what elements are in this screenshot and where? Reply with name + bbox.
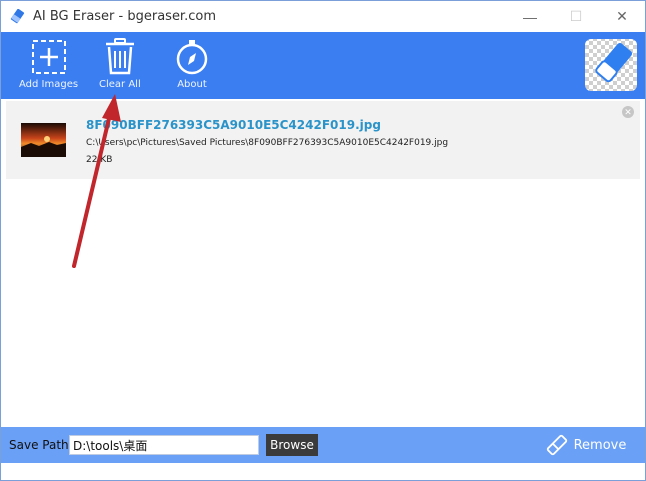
file-thumbnail [21, 123, 66, 157]
remove-label: Remove [573, 437, 627, 453]
file-list: 8F090BFF276393C5A9010E5C4242F019.jpg C:\… [1, 99, 645, 427]
add-images-button[interactable]: Add Images [19, 38, 78, 90]
list-item[interactable]: 8F090BFF276393C5A9010E5C4242F019.jpg C:\… [6, 101, 640, 179]
app-eraser-icon [10, 8, 25, 23]
title-bar: AI BG Eraser - bgeraser.com — ☐ ✕ [1, 1, 645, 32]
compass-icon [176, 40, 208, 75]
clear-all-button[interactable]: Clear All [99, 38, 141, 90]
eraser-icon [546, 434, 568, 456]
remove-button[interactable]: Remove [527, 427, 645, 463]
remove-item-icon[interactable]: ✕ [622, 106, 634, 118]
trash-icon [105, 38, 134, 75]
add-images-label: Add Images [19, 79, 79, 90]
close-button[interactable]: ✕ [599, 1, 645, 32]
window-title: AI BG Eraser - bgeraser.com [33, 9, 216, 24]
app-window: AI BG Eraser - bgeraser.com — ☐ ✕ Add Im… [0, 0, 646, 481]
about-button[interactable]: About [173, 38, 211, 90]
add-image-icon [31, 40, 66, 74]
toolbar: Add Images Clear All About [1, 32, 645, 99]
minimize-button[interactable]: — [507, 1, 553, 32]
browse-button[interactable]: Browse [266, 434, 318, 456]
bottom-bar: Save Path D:\tools\桌面 Browse Remove [1, 427, 645, 463]
file-path: C:\Users\pc\Pictures\Saved Pictures\8F09… [86, 138, 449, 148]
app-logo-eraser-icon [585, 39, 637, 91]
window-controls: — ☐ ✕ [507, 1, 645, 32]
maximize-button[interactable]: ☐ [553, 1, 599, 32]
file-name: 8F090BFF276393C5A9010E5C4242F019.jpg [86, 118, 381, 132]
about-label: About [177, 79, 207, 90]
save-path-label: Save Path [9, 438, 69, 452]
file-size: 22 KB [86, 155, 113, 165]
clear-all-label: Clear All [99, 79, 141, 90]
footer-strip [1, 463, 645, 480]
save-path-input[interactable]: D:\tools\桌面 [69, 435, 259, 455]
